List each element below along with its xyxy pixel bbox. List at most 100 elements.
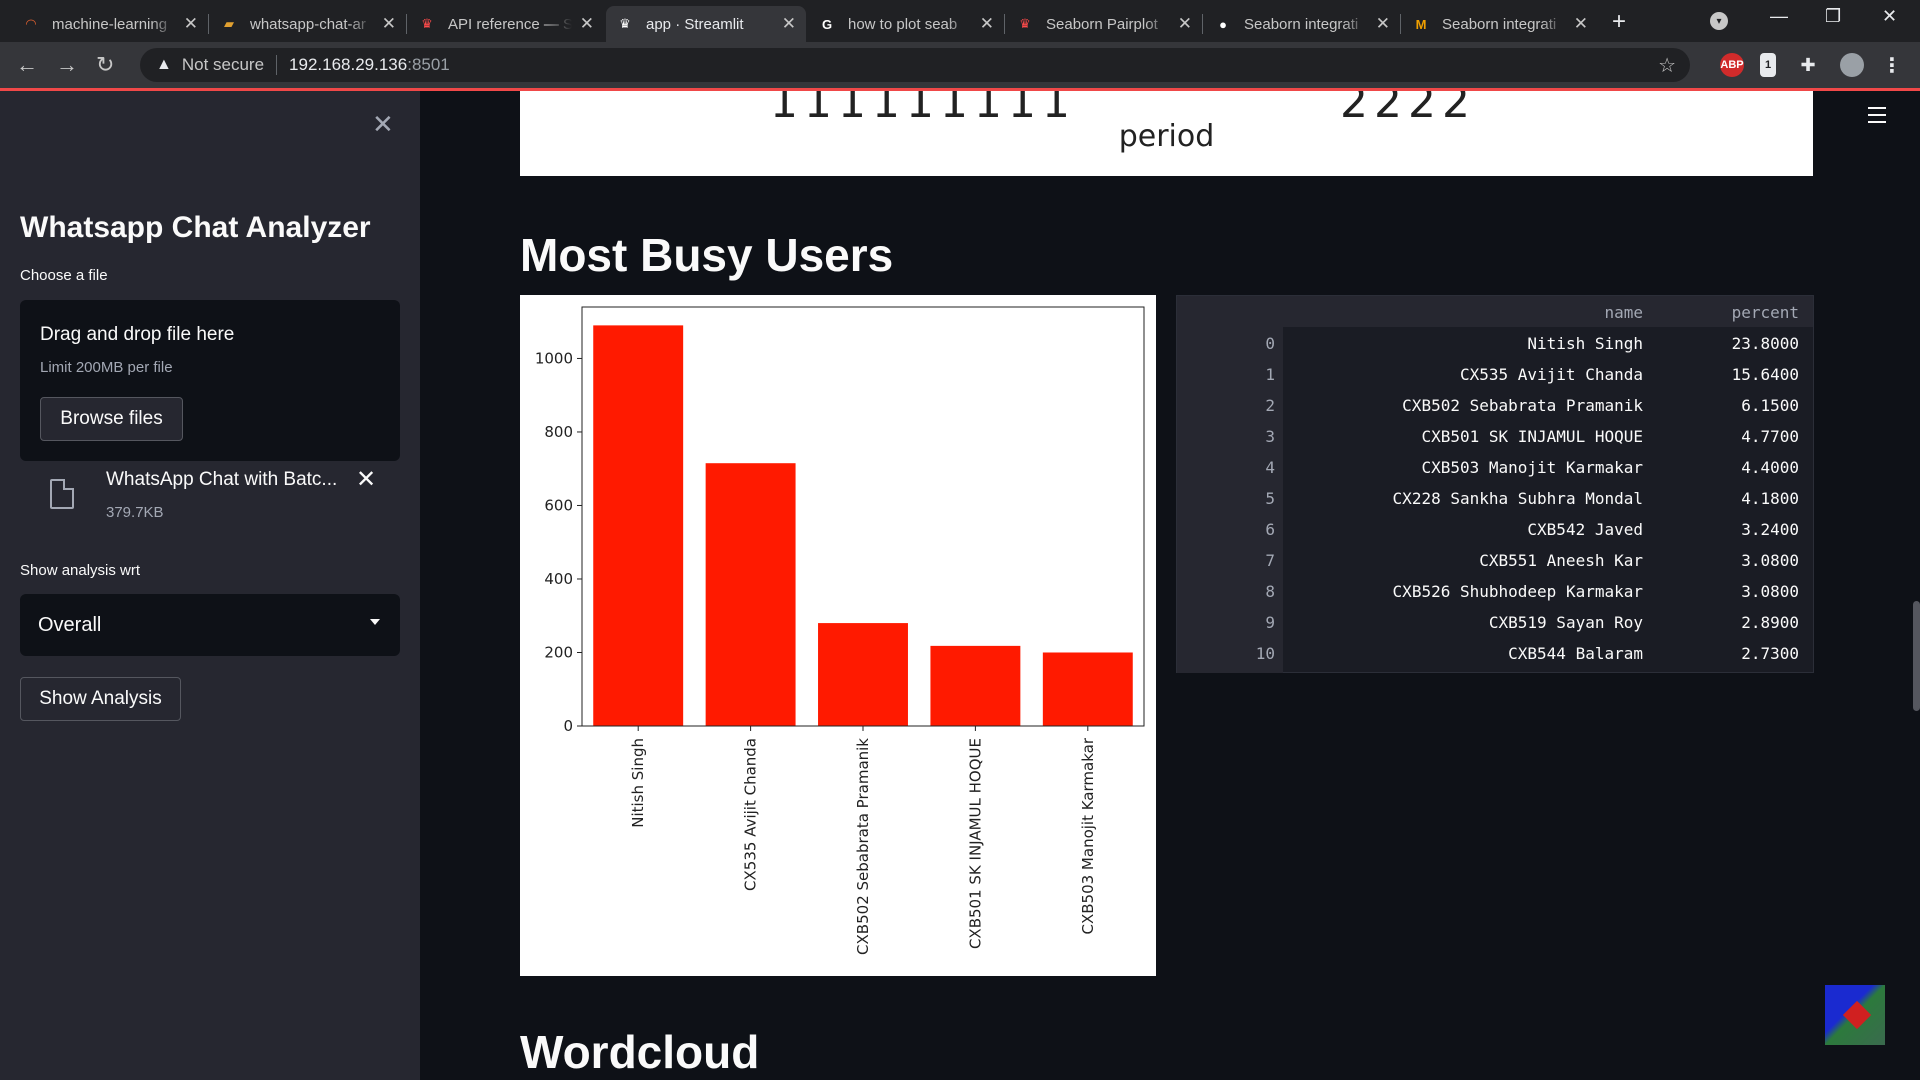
wordcloud-heading: Wordcloud (520, 1026, 760, 1078)
y-tick-label: 800 (544, 423, 573, 441)
browse-files-button[interactable]: Browse files (40, 397, 183, 441)
overlay-thumbnail (1825, 985, 1885, 1045)
row-percent: 15.6400 (1731, 365, 1799, 384)
row-percent: 3.0800 (1741, 551, 1799, 570)
tab-separator (1004, 14, 1005, 34)
address-bar[interactable]: ▲ Not secure 192.168.29.136:8501 ☆ (140, 48, 1690, 82)
row-name: CXB526 Shubhodeep Karmakar (1392, 582, 1643, 601)
file-icon (50, 479, 74, 509)
row-name: CXB551 Aneesh Kar (1479, 551, 1643, 570)
row-index: 4 (1265, 458, 1275, 477)
row-name: CXB542 Javed (1527, 520, 1643, 539)
omnibox-divider (276, 55, 278, 75)
browser-tab[interactable]: ▰ whatsapp-chat-ar ✕ (210, 6, 406, 42)
page-scrollbar[interactable] (1913, 601, 1920, 711)
analysis-select-label: Show analysis wrt (20, 562, 141, 579)
profile-avatar[interactable] (1840, 53, 1864, 77)
row-index: 9 (1265, 613, 1275, 632)
close-tab-icon[interactable]: ✕ (580, 14, 594, 34)
chart-bar (1042, 652, 1133, 726)
browser-tab[interactable]: ♛ app · Streamlit ✕ (606, 6, 806, 42)
streamlit-crown-icon: ♛ (421, 16, 433, 31)
col-percent-header: percent (1731, 303, 1799, 322)
uploaded-file-size: 379.7KB (106, 504, 164, 521)
browser-menu-icon[interactable]: ⋮ (1880, 53, 1904, 77)
row-percent: 3.2400 (1741, 520, 1799, 539)
dropzone-text: Drag and drop file here (40, 324, 235, 345)
close-tab-icon[interactable]: ✕ (980, 14, 994, 34)
tab-title: Seaborn integrati (1442, 15, 1557, 33)
browser-tab[interactable]: ♛ Seaborn Pairplot ✕ (1006, 6, 1202, 42)
sidebar: ✕ Whatsapp Chat Analyzer Choose a file D… (0, 91, 420, 1080)
tab-title: Seaborn integrati (1244, 15, 1359, 33)
row-name: CXB544 Balaram (1508, 644, 1643, 663)
tab-separator (208, 14, 209, 34)
row-percent: 4.4000 (1741, 458, 1799, 477)
tab-title: app · Streamlit (646, 15, 744, 33)
close-tab-icon[interactable]: ✕ (782, 14, 796, 34)
tab-title: API reference — S (448, 15, 572, 33)
forward-icon[interactable]: → (56, 52, 78, 78)
tab-title: Seaborn Pairplot (1046, 15, 1158, 33)
row-name: CXB519 Sayan Roy (1488, 613, 1643, 632)
close-tab-icon[interactable]: ✕ (1178, 14, 1192, 34)
puzzle-extensions-icon[interactable]: ✚ (1796, 53, 1820, 77)
chart-bar (593, 325, 684, 726)
google-icon: G (821, 16, 833, 32)
table-row: 5 CX228 Sankha Subhra Mondal 4.1800 (1177, 482, 1813, 513)
remove-file-icon[interactable]: ✕ (356, 465, 376, 494)
browser-tab[interactable]: ◠ machine-learning ✕ (12, 6, 208, 42)
bookmark-star-icon[interactable]: ☆ (1658, 53, 1676, 78)
close-sidebar-icon[interactable]: ✕ (372, 109, 394, 140)
uploaded-file: WhatsApp Chat with Batc... 379.7KB ✕ (20, 463, 400, 523)
extension-icon[interactable]: 1 (1760, 53, 1776, 77)
streamlit-crown-icon: ♛ (619, 16, 631, 31)
back-icon[interactable]: ← (16, 52, 38, 78)
table-row: 6 CXB542 Javed 3.2400 (1177, 513, 1813, 544)
file-dropzone[interactable]: Drag and drop file here Limit 200MB per … (20, 300, 400, 461)
show-analysis-button[interactable]: Show Analysis (20, 677, 181, 721)
row-percent: 2.8900 (1741, 613, 1799, 632)
tab-search-icon[interactable]: ▾ (1710, 12, 1728, 30)
browser-tab[interactable]: ♛ API reference — S ✕ (408, 6, 604, 42)
close-tab-icon[interactable]: ✕ (1376, 14, 1390, 34)
file-uploader-label: Choose a file (20, 267, 108, 284)
table-header: name percent (1177, 296, 1813, 327)
row-percent: 3.0800 (1741, 582, 1799, 601)
row-name: CX228 Sankha Subhra Mondal (1392, 489, 1643, 508)
row-name: CXB502 Sebabrata Pramanik (1402, 396, 1643, 415)
y-tick-label: 0 (563, 717, 573, 735)
main-menu-icon[interactable] (1868, 107, 1886, 128)
y-tick-label: 600 (544, 496, 573, 514)
row-name: CX535 Avijit Chanda (1459, 365, 1643, 384)
restore-icon[interactable]: ❐ (1825, 6, 1841, 27)
minimize-icon[interactable]: — (1770, 6, 1788, 27)
x-tick-label: CXB501 SK INJAMUL HOQUE (966, 738, 984, 949)
browser-tab[interactable]: M Seaborn integrati ✕ (1402, 6, 1598, 42)
y-tick-label: 200 (544, 643, 573, 661)
github-icon: ● (1219, 16, 1227, 32)
close-window-icon[interactable]: ✕ (1882, 6, 1897, 27)
loading-spinner-icon: ◠ (26, 16, 36, 31)
browser-tab[interactable]: Ghow to plot seab ✕ (808, 6, 1004, 42)
app-title: Whatsapp Chat Analyzer (20, 211, 371, 244)
row-index: 0 (1265, 334, 1275, 353)
browser-tab[interactable]: ● Seaborn integrati ✕ (1204, 6, 1400, 42)
x-tick-label: CXB502 Sebabrata Pramanik (854, 738, 872, 955)
new-tab-button[interactable]: + (1612, 8, 1626, 36)
close-tab-icon[interactable]: ✕ (184, 14, 198, 34)
row-index: 1 (1265, 365, 1275, 384)
streamlit-crown-icon: ♛ (1019, 16, 1031, 31)
analysis-select[interactable]: Overall (20, 594, 400, 656)
table-row: 9 CXB519 Sayan Roy 2.8900 (1177, 606, 1813, 637)
table-row: 8 CXB526 Shubhodeep Karmakar 3.0800 (1177, 575, 1813, 606)
adblock-extension-icon[interactable]: ABP (1720, 53, 1744, 77)
row-index: 3 (1265, 427, 1275, 446)
timeline-plot-bottom: 111111111 2222 period (520, 91, 1813, 176)
busy-users-chart: Nitish Singh CX535 Avijit Chanda CXB502 Se… (520, 295, 1156, 976)
close-tab-icon[interactable]: ✕ (382, 14, 396, 34)
x-tick-label: Nitish Singh (629, 738, 647, 828)
reload-icon[interactable]: ↻ (96, 52, 114, 78)
dropzone-limit: Limit 200MB per file (40, 359, 173, 376)
close-tab-icon[interactable]: ✕ (1574, 14, 1588, 34)
